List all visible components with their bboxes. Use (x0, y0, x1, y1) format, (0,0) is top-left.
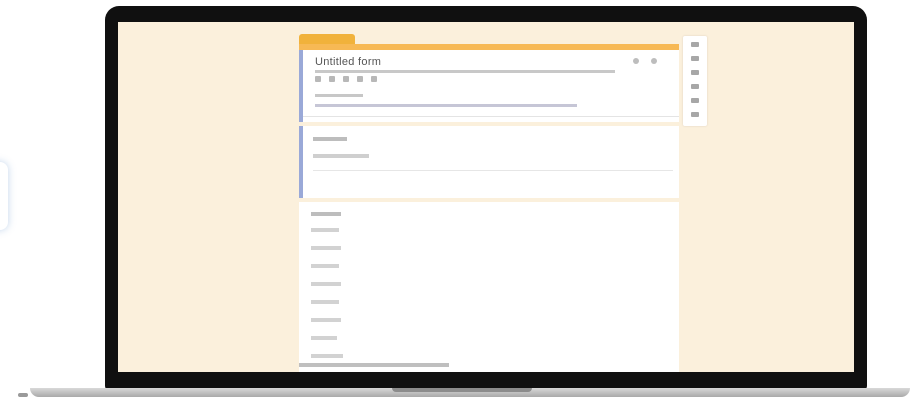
import-icon[interactable] (691, 56, 699, 61)
clear-format-icon[interactable] (371, 76, 377, 82)
options-title (311, 212, 341, 216)
list-item[interactable] (311, 300, 339, 304)
bold-icon[interactable] (315, 76, 321, 82)
section-icon[interactable] (691, 112, 699, 117)
question-card[interactable] (299, 126, 679, 198)
options-card[interactable] (299, 202, 679, 372)
header-actions (633, 58, 657, 64)
link-icon[interactable] (357, 76, 363, 82)
add-question-icon[interactable] (691, 42, 699, 47)
video-icon[interactable] (691, 98, 699, 103)
image-icon[interactable] (691, 84, 699, 89)
description-divider (303, 116, 679, 117)
copy-icon[interactable] (633, 58, 639, 64)
form-top-tab (299, 34, 355, 44)
more-icon[interactable] (651, 58, 657, 64)
stage: › Untitled form (0, 0, 923, 406)
laptop-screen: Untitled form (118, 22, 854, 372)
title-icon[interactable] (691, 70, 699, 75)
form-description-field[interactable] (315, 104, 577, 107)
form-side-toolbar (683, 36, 707, 126)
laptop-foot (18, 393, 28, 397)
list-item[interactable] (311, 246, 341, 250)
answer-field[interactable] (313, 154, 369, 158)
form-header-card[interactable]: Untitled form (299, 50, 679, 122)
list-item[interactable] (311, 264, 339, 268)
format-toolbar (315, 76, 377, 82)
form-description-label (315, 94, 363, 97)
list-item[interactable] (311, 336, 337, 340)
answer-underline (313, 170, 673, 171)
laptop-base-notch (392, 388, 532, 392)
italic-icon[interactable] (329, 76, 335, 82)
list-item[interactable] (311, 282, 341, 286)
question-label (313, 137, 347, 141)
form-title[interactable]: Untitled form (315, 56, 381, 68)
footer-text (299, 363, 449, 367)
list-item[interactable] (311, 228, 339, 232)
list-item[interactable] (311, 354, 343, 358)
left-floating-panel[interactable]: › (0, 162, 8, 230)
form-column: Untitled form (299, 22, 679, 372)
title-underline (315, 70, 615, 73)
chevron-icon[interactable]: › (0, 188, 4, 200)
list-item[interactable] (311, 318, 341, 322)
underline-icon[interactable] (343, 76, 349, 82)
